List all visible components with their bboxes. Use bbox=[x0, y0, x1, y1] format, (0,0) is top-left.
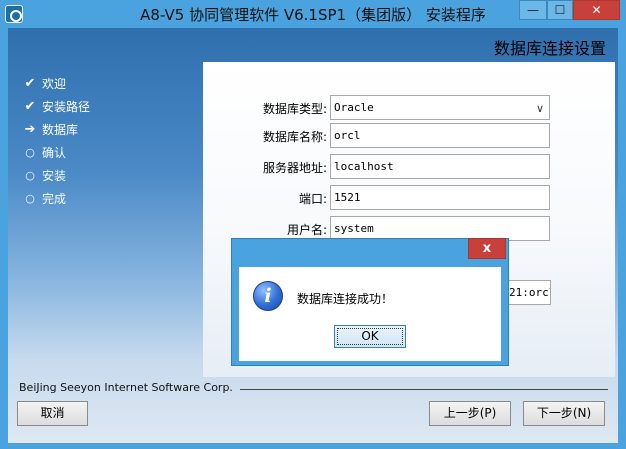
cancel-button[interactable]: 取消 bbox=[17, 401, 88, 426]
step-confirm: ○ 确认 bbox=[22, 141, 90, 164]
checkmark-icon: ✔ bbox=[24, 76, 36, 91]
step-label: 欢迎 bbox=[42, 77, 67, 91]
connection-success-dialog: x i 数据库连接成功！ OK bbox=[231, 238, 509, 366]
ok-button[interactable]: OK bbox=[334, 325, 406, 348]
step-label: 确认 bbox=[42, 146, 67, 160]
footer-divider bbox=[240, 389, 608, 390]
installer-client-area: 数据库连接设置 ✔ 欢迎 ✔ 安装路径 ➔ 数据库 ○ 确认 ○ 安装 ○ 完成… bbox=[8, 28, 618, 443]
port-row: 端口: 1521 bbox=[203, 185, 615, 211]
arrow-right-icon: ➔ bbox=[24, 122, 36, 137]
information-icon: i bbox=[253, 281, 283, 311]
dialog-close-button[interactable]: x bbox=[468, 238, 506, 259]
step-label: 完成 bbox=[42, 192, 67, 206]
close-window-button[interactable]: ✕ bbox=[573, 0, 620, 20]
db-name-label: 数据库名称: bbox=[262, 130, 327, 144]
previous-button[interactable]: 上一步(P) bbox=[429, 401, 511, 426]
port-label: 端口: bbox=[298, 192, 327, 206]
step-label: 安装路径 bbox=[42, 100, 91, 114]
port-input[interactable]: 1521 bbox=[330, 185, 550, 210]
page-title: 数据库连接设置 bbox=[493, 39, 606, 58]
step-welcome: ✔ 欢迎 bbox=[22, 72, 90, 95]
minimize-button[interactable]: — bbox=[519, 0, 547, 20]
title-bar[interactable]: A8-V5 协同管理软件 V6.1SP1（集团版） 安装程序 — ☐ ✕ bbox=[0, 0, 626, 28]
db-name-row: 数据库名称: orcl bbox=[203, 123, 615, 149]
dialog-message: 数据库连接成功！ bbox=[297, 292, 394, 306]
server-row: 服务器地址: localhost bbox=[203, 154, 615, 180]
step-label: 数据库 bbox=[42, 123, 79, 137]
circle-icon: ○ bbox=[25, 169, 35, 182]
db-type-select[interactable]: Oracle ∨ bbox=[330, 95, 550, 120]
circle-icon: ○ bbox=[25, 146, 35, 159]
db-type-label: 数据库类型: bbox=[262, 102, 327, 116]
wizard-step-list: ✔ 欢迎 ✔ 安装路径 ➔ 数据库 ○ 确认 ○ 安装 ○ 完成 bbox=[22, 72, 90, 210]
server-input[interactable]: localhost bbox=[330, 154, 550, 179]
company-name: BeiJing Seeyon Internet Software Corp. bbox=[19, 381, 233, 394]
step-install: ○ 安装 bbox=[22, 164, 90, 187]
user-label: 用户名: bbox=[286, 223, 327, 237]
installer-window: A8-V5 协同管理软件 V6.1SP1（集团版） 安装程序 — ☐ ✕ 数据库… bbox=[0, 0, 626, 449]
dialog-body: i 数据库连接成功！ OK bbox=[239, 267, 501, 361]
server-label: 服务器地址: bbox=[262, 161, 327, 175]
next-button[interactable]: 下一步(N) bbox=[523, 401, 605, 426]
step-label: 安装 bbox=[42, 169, 67, 183]
circle-icon: ○ bbox=[25, 192, 35, 205]
step-database: ➔ 数据库 bbox=[22, 118, 90, 141]
db-type-row: 数据库类型: Oracle ∨ bbox=[203, 95, 615, 121]
step-finish: ○ 完成 bbox=[22, 187, 90, 210]
maximize-button[interactable]: ☐ bbox=[547, 0, 573, 20]
db-type-value: Oracle bbox=[334, 101, 374, 114]
jdbc-url-input[interactable]: 21:orcl bbox=[509, 280, 551, 305]
checkmark-icon: ✔ bbox=[24, 99, 36, 114]
chevron-down-icon[interactable]: ∨ bbox=[536, 97, 544, 119]
db-name-input[interactable]: orcl bbox=[330, 123, 550, 148]
step-install-path: ✔ 安装路径 bbox=[22, 95, 90, 118]
